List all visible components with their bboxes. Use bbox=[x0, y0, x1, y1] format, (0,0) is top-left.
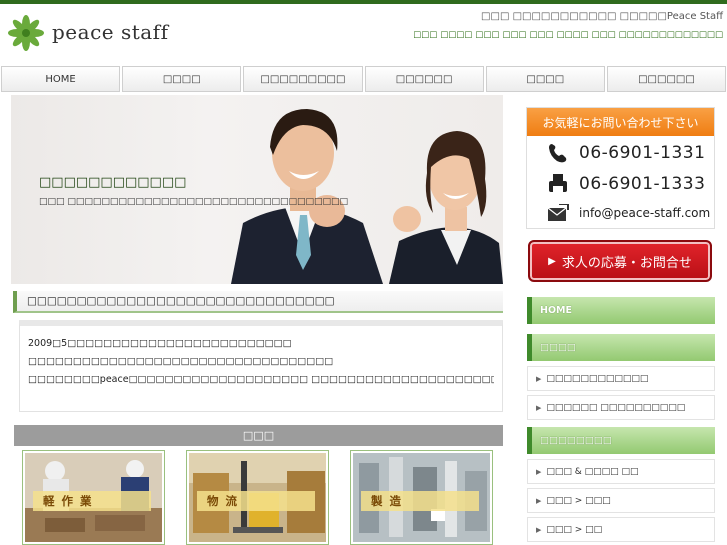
contact-heading: お気軽にお問い合わせ下さい bbox=[527, 108, 714, 136]
fax-number: 06-6901-1333 bbox=[579, 174, 706, 194]
sidebar-link-4-label: □□□ > □□□ bbox=[546, 495, 611, 506]
phone-icon bbox=[549, 144, 567, 163]
nav-item-3[interactable]: □□□□□□□□□ bbox=[243, 66, 363, 92]
peace-staff-logo-icon[interactable] bbox=[8, 15, 44, 51]
triangle-right-icon: ▶ bbox=[536, 374, 542, 383]
intro-line-2: □□□□□□□□□□□□□□□□□□□□□□□□□□□□□□□□□□ bbox=[28, 356, 334, 367]
email-address: info@peace-staff.com bbox=[579, 206, 711, 220]
category-logistics[interactable]: 物流 bbox=[186, 450, 329, 545]
triangle-right-icon: ▶ bbox=[536, 467, 542, 476]
header-subtagline: □□□ □□□□ □□□ □□□ □□□ □□□□ □□□ □□□□□□□□□□… bbox=[413, 30, 723, 40]
sidebar-link-5-label: □□□ > □□ bbox=[546, 524, 603, 535]
header-tagline: □□□ □□□□□□□□□□□ □□□□□Peace Staff bbox=[481, 11, 723, 22]
triangle-right-icon: ▶ bbox=[536, 496, 542, 505]
sidebar-menu-section-1[interactable]: □□□□ bbox=[527, 334, 715, 361]
sidebar-menu-home[interactable]: HOME bbox=[527, 297, 715, 324]
phone-row[interactable]: 06-6901-1331 bbox=[547, 142, 705, 164]
intro-heading: □□□□□□□□□□□□□□□□□□□□□□□□□□□□□□□ bbox=[13, 291, 503, 313]
intro-text-box: 2009□5□□□□□□□□□□□□□□□□□□□□□□□□□ □□□□□□□□… bbox=[19, 320, 503, 412]
fax-icon bbox=[549, 174, 567, 192]
apply-inquiry-button[interactable]: ▶ 求人の応募・お問合せ bbox=[528, 240, 712, 282]
main-navigation: HOME □□□□ □□□□□□□□□ □□□□□□ □□□□ □□□□□□ bbox=[0, 66, 727, 92]
nav-item-2[interactable]: □□□□ bbox=[122, 66, 242, 92]
category-light-work-label: 軽作業 bbox=[33, 491, 151, 511]
top-accent-bar bbox=[0, 0, 727, 4]
play-arrow-icon: ▶ bbox=[548, 255, 556, 267]
sidebar-link-4[interactable]: ▶ □□□ > □□□ bbox=[527, 488, 715, 513]
hero-title: □□□□□□□□□□□□ bbox=[39, 175, 187, 190]
phone-number: 06-6901-1331 bbox=[579, 143, 706, 163]
category-logistics-label: 物流 bbox=[197, 491, 315, 511]
contact-box: お気軽にお問い合わせ下さい 06-6901-1331 06-6901-1333 … bbox=[526, 107, 715, 229]
sidebar-link-3-label: □□□ & □□□□ □□ bbox=[546, 466, 639, 477]
mail-icon bbox=[547, 204, 569, 221]
triangle-right-icon: ▶ bbox=[536, 403, 542, 412]
apply-button-label: 求人の応募・お問合せ bbox=[561, 255, 692, 271]
sidebar-link-3[interactable]: ▶ □□□ & □□□□ □□ bbox=[527, 459, 715, 484]
nav-item-5[interactable]: □□□□ bbox=[485, 66, 605, 92]
category-light-work[interactable]: 軽作業 bbox=[22, 450, 165, 545]
sidebar-link-2[interactable]: ▶ □□□□□□ □□□□□□□□□□ bbox=[527, 395, 715, 420]
nav-item-6[interactable]: □□□□□□ bbox=[606, 66, 727, 92]
hero-banner: □□□□□□□□□□□□ □□□ □□□□□□□□□□□□□□□□□□□□□□□… bbox=[11, 95, 503, 284]
category-manufacturing-label: 製造 bbox=[361, 491, 479, 511]
email-row[interactable]: info@peace-staff.com bbox=[547, 204, 710, 222]
nav-item-4[interactable]: □□□□□□ bbox=[364, 66, 484, 92]
sidebar-link-5[interactable]: ▶ □□□ > □□ bbox=[527, 517, 715, 542]
sidebar-link-1-label: □□□□□□□□□□□□ bbox=[546, 373, 649, 384]
intro-line-3: □□□□□□□□peace□□□□□□□□□□□□□□□□□□□□ □□□□□□… bbox=[28, 374, 494, 385]
sidebar-link-1[interactable]: ▶ □□□□□□□□□□□□ bbox=[527, 366, 715, 391]
fax-row: 06-6901-1333 bbox=[547, 173, 705, 195]
triangle-right-icon: ▶ bbox=[536, 525, 542, 534]
sidebar-link-2-label: □□□□□□ □□□□□□□□□□ bbox=[546, 402, 686, 413]
hero-subtitle: □□□ □□□□□□□□□□□□□□□□□□□□□□□□□□□□□□□□□ bbox=[39, 197, 348, 207]
brand-name[interactable]: peace staff bbox=[52, 20, 169, 44]
intro-line-1: 2009□5□□□□□□□□□□□□□□□□□□□□□□□□□ bbox=[28, 338, 292, 349]
sidebar-menu-section-2[interactable]: □□□□□□□□ bbox=[527, 427, 715, 454]
category-manufacturing[interactable]: 製造 bbox=[350, 450, 493, 545]
nav-item-home[interactable]: HOME bbox=[1, 66, 121, 92]
category-heading: □□□ bbox=[14, 425, 503, 446]
